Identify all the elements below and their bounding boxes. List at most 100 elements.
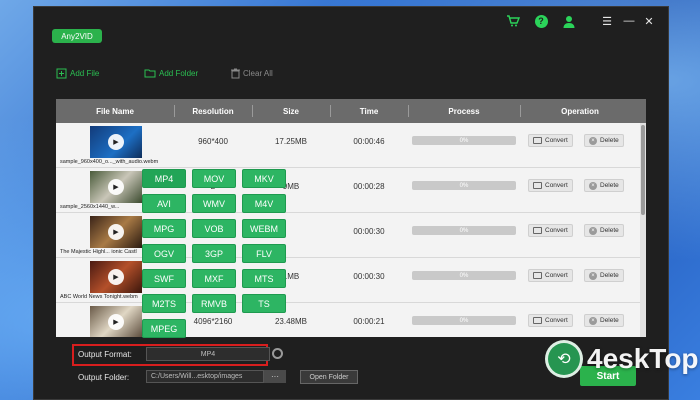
time-value: 00:00:28 [353, 182, 385, 191]
convert-label: Convert [545, 317, 568, 324]
convert-icon [533, 272, 542, 279]
convert-label: Convert [545, 182, 568, 189]
format-option[interactable]: 3GP [192, 244, 236, 263]
col-process: Process [448, 106, 480, 116]
col-size: Size [282, 106, 299, 116]
user-icon[interactable] [562, 14, 576, 28]
format-option[interactable]: MOV [192, 169, 236, 188]
video-thumbnail[interactable]: ▶ [90, 126, 142, 158]
add-file-icon [56, 68, 67, 78]
add-file-button[interactable]: Add File [56, 66, 99, 80]
add-folder-label: Add Folder [159, 68, 199, 78]
file-name: sample_960x400_o..._with_audio.webm [60, 159, 159, 165]
progress-bar: 0% [412, 271, 516, 280]
scrollbar-thumb[interactable] [641, 125, 645, 215]
convert-button[interactable]: Convert [528, 224, 573, 237]
close-icon[interactable]: ✕ [642, 14, 656, 28]
format-option[interactable]: MPEG [142, 319, 186, 338]
convert-icon [533, 182, 542, 189]
format-option[interactable]: M2TS [142, 294, 186, 313]
table-scrollbar[interactable] [640, 123, 646, 337]
convert-icon [533, 317, 542, 324]
format-option[interactable]: MXF [192, 269, 236, 288]
delete-button[interactable]: × Delete [584, 269, 624, 282]
convert-icon [533, 137, 542, 144]
delete-button[interactable]: × Delete [584, 179, 624, 192]
clear-all-button[interactable]: Clear All [231, 66, 273, 80]
col-resolution: Resolution [192, 106, 234, 116]
add-folder-button[interactable]: Add Folder [144, 66, 198, 80]
delete-icon: × [589, 226, 597, 235]
convert-label: Convert [545, 137, 568, 144]
delete-button[interactable]: × Delete [584, 224, 624, 237]
format-option[interactable]: TS [242, 294, 286, 313]
output-folder-input[interactable]: C:/Users/Will...esktop/images [146, 370, 264, 383]
format-option[interactable]: AVI [142, 194, 186, 213]
add-file-label: Add File [70, 68, 100, 78]
delete-icon: × [589, 181, 597, 190]
minimize-icon[interactable]: — [622, 14, 636, 28]
menu-icon[interactable]: ☰ [600, 14, 614, 28]
play-icon[interactable]: ▶ [108, 269, 124, 285]
format-option[interactable]: SWF [142, 269, 186, 288]
open-folder-button[interactable]: Open Folder [300, 370, 358, 384]
format-option[interactable]: RMVB [192, 294, 236, 313]
delete-icon: × [589, 136, 597, 145]
convert-label: Convert [545, 272, 568, 279]
format-option[interactable]: MKV [242, 169, 286, 188]
progress-bar: 0% [412, 226, 516, 235]
watermark: ⟲ 4eskTop [545, 340, 699, 378]
watermark-text: 4eskTop [587, 343, 699, 374]
format-option[interactable]: VOB [192, 219, 236, 238]
convert-button[interactable]: Convert [528, 314, 573, 327]
play-icon[interactable]: ▶ [108, 224, 124, 240]
resolution-value: 960*400 [198, 137, 228, 146]
convert-button[interactable]: Convert [528, 269, 573, 282]
format-option[interactable]: MP4 [142, 169, 186, 188]
delete-icon: × [589, 271, 597, 280]
format-option[interactable]: M4V [242, 194, 286, 213]
time-value: 00:00:46 [353, 137, 385, 146]
convert-button[interactable]: Convert [528, 179, 573, 192]
play-icon[interactable]: ▶ [108, 179, 124, 195]
video-thumbnail[interactable]: ▶ [90, 216, 142, 248]
play-icon[interactable]: ▶ [108, 314, 124, 330]
format-option[interactable]: OGV [142, 244, 186, 263]
output-folder-label: Output Folder: [78, 373, 130, 382]
convert-icon [533, 227, 542, 234]
progress-bar: 0% [412, 316, 516, 325]
format-option[interactable]: MTS [242, 269, 286, 288]
help-icon[interactable]: ? [534, 14, 548, 28]
convert-label: Convert [545, 227, 568, 234]
size-value: 17.25MB [274, 137, 308, 146]
convert-button[interactable]: Convert [528, 134, 573, 147]
video-thumbnail[interactable]: ▶ [90, 261, 142, 293]
col-file-name: File Name [96, 106, 134, 116]
browse-button[interactable]: ··· [264, 370, 286, 383]
cart-icon[interactable] [506, 14, 520, 28]
delete-label: Delete [600, 182, 619, 189]
video-thumbnail[interactable]: ▶ [90, 171, 142, 203]
delete-button[interactable]: × Delete [584, 314, 624, 327]
output-format-select[interactable]: MP4 [146, 347, 270, 361]
delete-icon: × [589, 316, 597, 325]
gear-icon[interactable] [272, 348, 283, 359]
delete-label: Delete [600, 272, 619, 279]
delete-label: Delete [600, 317, 619, 324]
time-value: 00:00:30 [353, 227, 385, 236]
format-option[interactable]: FLV [242, 244, 286, 263]
format-popup: MP4 MOV MKV AVI WMV M4V MPG VOB WEBM OGV… [142, 169, 292, 345]
format-option[interactable]: WEBM [242, 219, 286, 238]
time-value: 00:00:21 [353, 317, 385, 326]
progress-bar: 0% [412, 136, 516, 145]
play-icon[interactable]: ▶ [108, 134, 124, 150]
video-thumbnail[interactable]: ▶ [90, 306, 142, 337]
table-header: File Name Resolution Size Time Process O… [56, 99, 646, 123]
help-glyph: ? [534, 14, 548, 28]
clear-all-label: Clear All [243, 68, 273, 78]
delete-button[interactable]: × Delete [584, 134, 624, 147]
format-option[interactable]: WMV [192, 194, 236, 213]
table-row[interactable]: ▶ sample_960x400_o..._with_audio.webm 96… [56, 123, 646, 168]
add-folder-icon [144, 69, 156, 78]
format-option[interactable]: MPG [142, 219, 186, 238]
